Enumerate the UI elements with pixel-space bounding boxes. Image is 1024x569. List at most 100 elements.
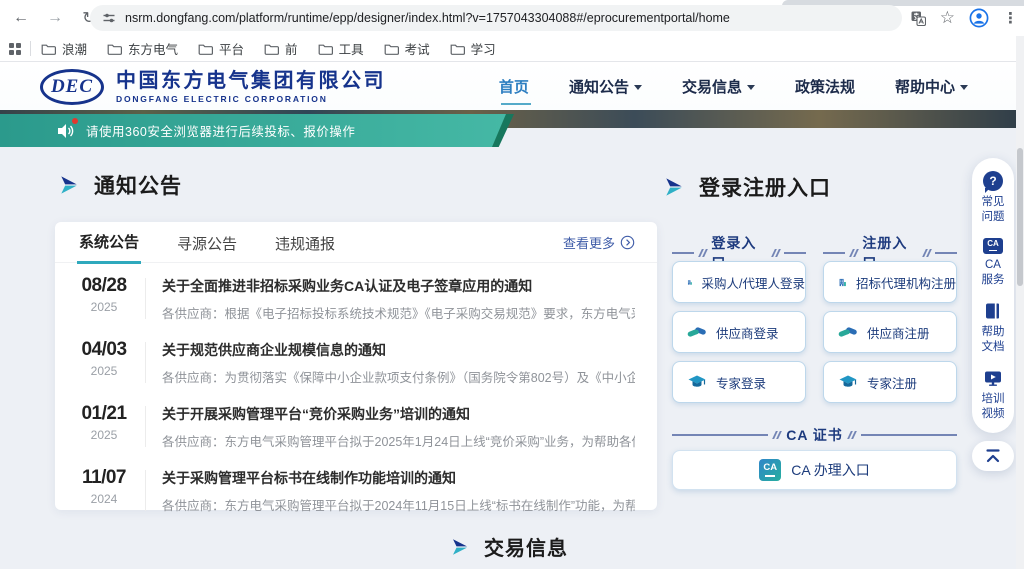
bookmark-folder[interactable]: 浪潮	[41, 39, 87, 58]
bookmark-folder[interactable]: 前	[264, 39, 298, 58]
notice-title[interactable]: 关于采购管理平台标书在线制作功能培训的通知	[162, 467, 635, 488]
ca-apply-button[interactable]: CA CA 办理入口	[672, 450, 957, 490]
notice-desc: 各供应商：东方电气采购管理平台拟于2024年11月15日上线“标书在线制作”功能…	[162, 495, 635, 514]
supplier-register-button[interactable]: 供应商注册	[823, 311, 957, 353]
ca-cert-header: CA 证书	[672, 425, 957, 445]
tab-sourcing-notices[interactable]: 寻源公告	[175, 222, 239, 263]
company-name-en: DONGFANG ELECTRIC CORPORATION	[116, 94, 386, 104]
login-section-title: 登录注册入口	[663, 172, 831, 202]
notices-list: 08/28 2025 关于全面推进非招标采购业务CA认证及电子签章应用的通知 各…	[55, 263, 657, 522]
notice-row[interactable]: 01/21 2025 关于开展采购管理平台“竞价采购业务”培训的通知 各供应商：…	[73, 394, 635, 458]
bookmark-folder[interactable]: 平台	[198, 39, 244, 58]
supplier-login-button[interactable]: 供应商登录	[672, 311, 806, 353]
view-more-link[interactable]: 查看更多	[563, 233, 635, 252]
nav-item-notices[interactable]: 通知公告	[569, 72, 642, 101]
speaker-icon	[56, 121, 76, 141]
tab-violation-reports[interactable]: 违规通报	[273, 222, 337, 263]
folder-icon	[41, 43, 56, 55]
divider	[145, 470, 146, 511]
divider	[145, 342, 146, 383]
ca-badge-icon: CA	[759, 459, 781, 481]
main-nav: 首页 通知公告 交易信息 政策法规 帮助中心	[499, 62, 968, 110]
url-text[interactable]: nsrm.dongfang.com/platform/runtime/epp/d…	[125, 11, 730, 25]
back-to-top-button[interactable]	[972, 441, 1014, 471]
notice-date: 08/28 2025	[73, 275, 135, 314]
active-nav-underline	[501, 103, 531, 105]
folder-icon	[450, 43, 465, 55]
notices-tabs: 系统公告 寻源公告 违规通报 查看更多	[55, 222, 657, 263]
bookmark-folder[interactable]: 东方电气	[107, 39, 178, 58]
video-icon	[983, 368, 1003, 388]
notice-title[interactable]: 关于全面推进非招标采购业务CA认证及电子签章应用的通知	[162, 275, 635, 296]
circle-arrow-icon	[620, 235, 635, 250]
ca-service-shortcut[interactable]: CA CA 服务	[979, 238, 1007, 288]
browser-back-icon[interactable]: ←	[8, 5, 34, 31]
section-arrow-icon	[663, 176, 685, 198]
translate-icon[interactable]	[911, 11, 926, 26]
tab-system-notices[interactable]: 系统公告	[77, 220, 141, 264]
folder-icon	[198, 43, 213, 55]
alert-dot	[72, 118, 78, 124]
expert-register-button[interactable]: 专家注册	[823, 361, 957, 403]
notice-row[interactable]: 11/07 2024 关于采购管理平台标书在线制作功能培训的通知 各供应商：东方…	[73, 458, 635, 522]
chevron-down-icon	[634, 85, 642, 90]
divider	[145, 278, 146, 319]
nav-item-home[interactable]: 首页	[499, 72, 529, 101]
bookmark-folder[interactable]: 学习	[450, 39, 496, 58]
help-docs-shortcut[interactable]: 帮助文档	[979, 301, 1007, 355]
bookmark-star-icon[interactable]: ☆	[940, 8, 955, 28]
folder-icon	[318, 43, 333, 55]
faq-shortcut[interactable]: ? 常见问题	[979, 171, 1007, 225]
bookmark-folder[interactable]: 工具	[318, 39, 364, 58]
browser-menu-icon[interactable]: ⋮	[1003, 9, 1018, 27]
browser-forward-icon[interactable]: →	[42, 5, 68, 31]
chevron-down-icon	[960, 85, 968, 90]
notice-row[interactable]: 04/03 2025 关于规范供应商企业规模信息的通知 各供应商：为贯彻落实《保…	[73, 330, 635, 394]
bookmarks-bar: 浪潮 东方电气 平台 前 工具 考试 学习	[0, 36, 1024, 62]
buyer-agent-login-button[interactable]: 采购人/代理人登录	[672, 261, 806, 303]
notice-desc: 各供应商：根据《电子招标投标系统技术规范》《电子采购交易规范》要求，东方电气采购…	[162, 303, 635, 322]
training-videos-shortcut[interactable]: 培训视频	[979, 368, 1007, 422]
company-logo[interactable]: DEC 中国东方电气集团有限公司 DONGFANG ELECTRIC CORPO…	[40, 69, 386, 105]
scrollbar-thumb[interactable]	[1017, 148, 1023, 286]
nav-item-trade-info[interactable]: 交易信息	[682, 72, 755, 101]
handshake-icon	[687, 322, 707, 342]
chevron-down-icon	[747, 85, 755, 90]
site-header: DEC 中国东方电气集团有限公司 DONGFANG ELECTRIC CORPO…	[0, 62, 1024, 110]
warning-text: 请使用360安全浏览器进行后续投标、报价操作	[86, 121, 355, 140]
nav-item-help-center[interactable]: 帮助中心	[895, 72, 968, 101]
bookmarks-divider	[30, 41, 31, 56]
scrollbar-track[interactable]	[1016, 36, 1024, 569]
bidding-agency-register-button[interactable]: 招标代理机构注册	[823, 261, 957, 303]
notice-date: 01/21 2025	[73, 403, 135, 442]
screen: ← → ↻ nsrm.dongfang.com/platform/runtime…	[0, 0, 1024, 569]
floating-sidebar: ? 常见问题 CA CA 服务 帮助文档 培训视频	[972, 158, 1014, 471]
notice-title[interactable]: 关于开展采购管理平台“竞价采购业务”培训的通知	[162, 403, 635, 424]
nav-item-policies[interactable]: 政策法规	[795, 72, 855, 101]
site-settings-icon[interactable]	[102, 11, 116, 25]
notice-desc: 各供应商：东方电气采购管理平台拟于2025年1月24日上线“竞价采购”业务，为帮…	[162, 431, 635, 450]
divider	[145, 406, 146, 447]
folder-icon	[384, 43, 399, 55]
browser-toolbar: ← → ↻ nsrm.dongfang.com/platform/runtime…	[0, 0, 1024, 36]
notices-card: 系统公告 寻源公告 违规通报 查看更多 08/28 2025 关于全面推进非招标…	[55, 222, 657, 510]
section-arrow-icon	[58, 174, 80, 196]
book-icon	[983, 301, 1003, 321]
profile-avatar-icon[interactable]	[969, 8, 989, 28]
login-buttons-grid: 采购人/代理人登录 招标代理机构注册 供应商登录 供应商注册 专家登录 专家注册	[672, 261, 957, 403]
expert-login-button[interactable]: 专家登录	[672, 361, 806, 403]
handshake-icon	[838, 322, 858, 342]
notice-date: 11/07 2024	[73, 467, 135, 506]
back-to-top-icon	[984, 448, 1002, 464]
notices-section-title: 通知公告	[58, 170, 182, 200]
graduation-cap-icon	[687, 372, 707, 392]
notice-title[interactable]: 关于规范供应商企业规模信息的通知	[162, 339, 635, 360]
graduation-cap-icon	[838, 372, 858, 392]
notice-desc: 各供应商：为贯彻落实《保障中小企业款项支付条例》（国务院令第802号）及《中小企…	[162, 367, 635, 386]
bookmark-folder[interactable]: 考试	[384, 39, 430, 58]
address-bar[interactable]: nsrm.dongfang.com/platform/runtime/epp/d…	[90, 5, 902, 31]
notice-row[interactable]: 08/28 2025 关于全面推进非招标采购业务CA认证及电子签章应用的通知 各…	[73, 266, 635, 330]
folder-icon	[264, 43, 279, 55]
apps-grid-icon[interactable]	[8, 42, 22, 56]
browser-warning-ribbon: 请使用360安全浏览器进行后续投标、报价操作	[0, 114, 506, 147]
